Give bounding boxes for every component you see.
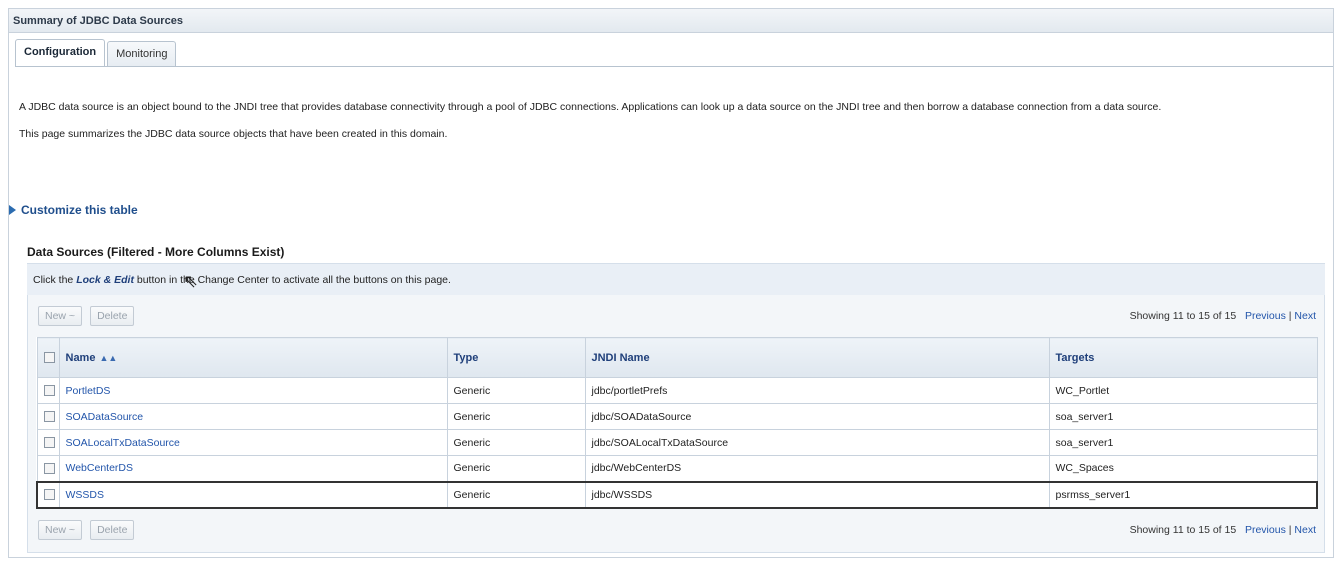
row-jndi-name: jdbc/WebCenterDS	[584, 455, 1050, 482]
row-checkbox[interactable]	[43, 411, 55, 423]
row-select-cell	[36, 480, 60, 509]
new-button[interactable]: New ~	[38, 306, 83, 326]
next-link[interactable]: Next	[1294, 310, 1316, 322]
row-name-link[interactable]: SOADataSource	[58, 403, 448, 430]
description-area: A JDBC data source is an object bound to…	[19, 99, 1325, 143]
data-sources-table-container: New ~ Delete Showing 11 to 15 of 15 Prev…	[27, 295, 1325, 553]
row-targets: soa_server1	[1048, 403, 1318, 430]
table-header-row: Name ▲▲ Type JNDI Name Targets	[36, 337, 1318, 378]
select-all-cell	[36, 337, 60, 378]
pager-separator: |	[1288, 524, 1292, 536]
row-name-link[interactable]: WebCenterDS	[58, 455, 448, 482]
pager-separator: |	[1288, 310, 1292, 322]
tab-bar: Configuration Monitoring	[15, 39, 178, 67]
row-type: Generic	[446, 377, 586, 404]
row-checkbox[interactable]	[43, 462, 55, 474]
data-sources-table: Name ▲▲ Type JNDI Name Targets PortletDS …	[36, 337, 1318, 509]
row-jndi-name: jdbc/SOADataSource	[584, 403, 1050, 430]
row-jndi-name: jdbc/portletPrefs	[584, 377, 1050, 404]
lock-edit-text: Lock & Edit	[76, 274, 134, 286]
row-type: Generic	[446, 480, 586, 509]
row-jndi-name: jdbc/SOALocalTxDataSource	[584, 429, 1050, 456]
table-toolbar-top: New ~ Delete Showing 11 to 15 of 15 Prev…	[38, 305, 1316, 327]
row-select-cell	[36, 403, 60, 430]
row-checkbox[interactable]	[44, 489, 55, 501]
select-all-checkbox[interactable]	[43, 352, 55, 364]
summary-paragraph: This page summarizes the JDBC data sourc…	[19, 128, 448, 140]
info-prefix: Click the	[33, 274, 77, 286]
table-row: SOALocalTxDataSource Generic jdbc/SOALoc…	[36, 429, 1318, 456]
row-type: Generic	[446, 429, 586, 456]
table-row: SOADataSource Generic jdbc/SOADataSource…	[36, 403, 1318, 430]
row-jndi-name: jdbc/WSSDS	[584, 480, 1050, 509]
row-targets: WC_Portlet	[1048, 377, 1318, 404]
table-row: WebCenterDS Generic jdbc/WebCenterDS WC_…	[36, 455, 1318, 482]
pager-top: Showing 11 to 15 of 15 Previous | Next	[1130, 310, 1316, 322]
description-paragraph: A JDBC data source is an object bound to…	[19, 101, 1162, 113]
column-header-name[interactable]: Name ▲▲	[58, 337, 448, 378]
row-name-link[interactable]: PortletDS	[58, 377, 448, 404]
row-targets: WC_Spaces	[1048, 455, 1318, 482]
row-checkbox[interactable]	[43, 385, 55, 397]
pager-bottom: Showing 11 to 15 of 15 Previous | Next	[1130, 524, 1316, 536]
row-targets: soa_server1	[1048, 429, 1318, 456]
table-toolbar-bottom: New ~ Delete Showing 11 to 15 of 15 Prev…	[38, 519, 1316, 541]
row-name-link[interactable]: SOALocalTxDataSource	[58, 429, 448, 456]
tab-divider	[15, 66, 1333, 67]
delete-button[interactable]: Delete	[90, 306, 135, 326]
next-link[interactable]: Next	[1294, 524, 1316, 536]
customize-table-link[interactable]: Customize this table	[9, 203, 138, 217]
table-row: WSSDS Generic jdbc/WSSDS psrmss_server1	[36, 480, 1318, 509]
column-header-type[interactable]: Type	[446, 337, 586, 378]
row-checkbox[interactable]	[43, 437, 55, 449]
tab-configuration[interactable]: Configuration	[15, 39, 106, 67]
mouse-pointer-icon: ⇖	[183, 271, 199, 291]
previous-link[interactable]: Previous	[1245, 524, 1286, 536]
info-suffix: button in the Change Center to activate …	[133, 274, 451, 286]
delete-button[interactable]: Delete	[90, 520, 135, 540]
table-row: PortletDS Generic jdbc/portletPrefs WC_P…	[36, 377, 1318, 404]
previous-link[interactable]: Previous	[1245, 310, 1286, 322]
row-select-cell	[36, 429, 60, 456]
sort-ascending-icon: ▲▲	[99, 352, 118, 363]
name-header-label: Name	[65, 351, 96, 364]
row-type: Generic	[446, 403, 586, 430]
lock-edit-message: Click the Lock & Edit button in the Chan…	[27, 263, 1325, 295]
jdbc-summary-panel: Summary of JDBC Data Sources Configurati…	[8, 8, 1334, 558]
customize-label: Customize this table	[21, 203, 138, 217]
expand-triangle-icon	[9, 205, 16, 215]
panel-title: Summary of JDBC Data Sources	[9, 9, 1333, 33]
column-header-targets[interactable]: Targets	[1048, 337, 1318, 378]
new-button[interactable]: New ~	[38, 520, 83, 540]
row-select-cell	[36, 377, 60, 404]
row-type: Generic	[446, 455, 586, 482]
pager-showing: Showing 11 to 15 of 15	[1129, 524, 1237, 536]
table-title: Data Sources (Filtered - More Columns Ex…	[27, 245, 285, 259]
pager-showing: Showing 11 to 15 of 15	[1129, 310, 1237, 322]
row-name-link[interactable]: WSSDS	[58, 480, 448, 509]
row-targets: psrmss_server1	[1048, 480, 1318, 509]
tab-monitoring[interactable]: Monitoring	[107, 41, 177, 67]
column-header-jndi-name[interactable]: JNDI Name	[584, 337, 1050, 378]
row-select-cell	[36, 455, 60, 482]
